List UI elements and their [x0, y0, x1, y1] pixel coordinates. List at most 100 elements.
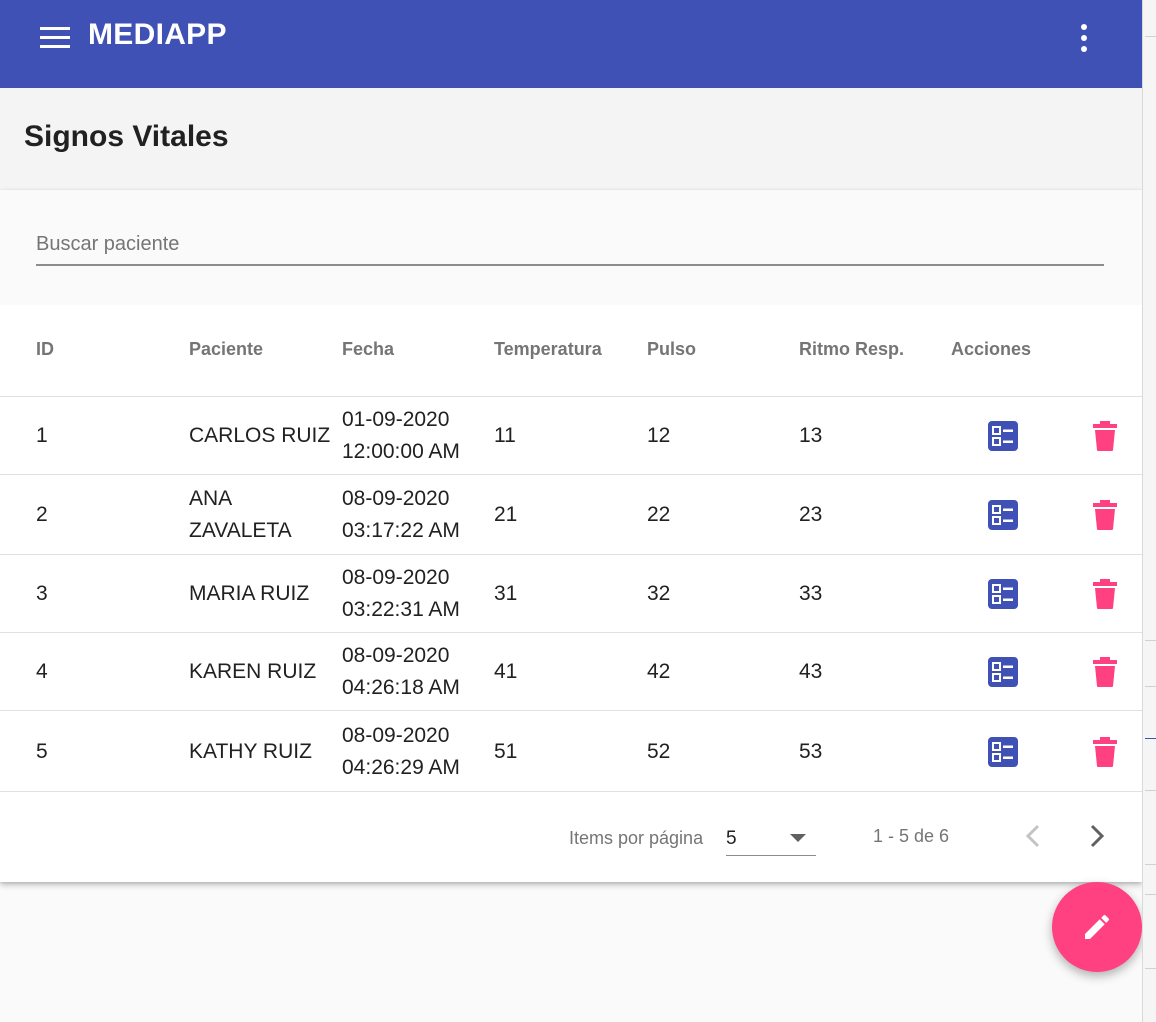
cell-fecha-line: 08-09-2020	[342, 724, 450, 747]
cell-temperatura: 21	[494, 503, 518, 526]
view-details-button[interactable]	[987, 420, 1019, 452]
page-size-select[interactable]: 5	[726, 824, 816, 856]
cell-temperatura: 31	[494, 582, 518, 605]
table-row: 1 CARLOS RUIZ 01-09-2020 12:00:00 AM 11 12 13	[0, 397, 1142, 475]
header-paciente[interactable]: Paciente	[189, 339, 263, 360]
cell-ritmo: 13	[799, 424, 823, 447]
header-acciones: Acciones	[951, 339, 1032, 359]
cell-ritmo: 43	[799, 660, 823, 683]
list-detail-icon	[988, 421, 1018, 451]
cell-pulso: 42	[647, 660, 671, 683]
trash-icon	[1093, 500, 1117, 530]
add-vitals-fab[interactable]	[1052, 882, 1142, 972]
cell-fecha-line: 03:17:22 AM	[342, 519, 460, 542]
app-title: MEDIAPP	[88, 18, 227, 51]
app-window: MEDIAPP Signos Vitales ID Paciente Fecha…	[0, 0, 1142, 1022]
more-vert-icon[interactable]	[1070, 22, 1098, 54]
table-row: 5 KATHY RUIZ 08-09-2020 04:26:29 AM 51 52 53	[0, 711, 1142, 792]
cell-paciente-line: KATHY RUIZ	[189, 740, 312, 763]
view-details-button[interactable]	[987, 736, 1019, 768]
cell-paciente: ANA ZAVALETA	[189, 483, 292, 547]
table-row: 4 KAREN RUIZ 08-09-2020 04:26:18 AM 41 42 43	[0, 633, 1142, 711]
list-detail-icon	[988, 657, 1018, 687]
delete-button[interactable]	[1091, 420, 1119, 452]
cell-fecha-line: 01-09-2020	[342, 408, 450, 431]
cell-paciente-line: KAREN RUIZ	[189, 660, 317, 683]
cell-paciente: MARIA RUIZ	[189, 578, 309, 610]
next-page-button[interactable]	[1084, 820, 1112, 852]
chevron-right-icon	[1090, 824, 1105, 848]
cell-id: 2	[36, 503, 48, 526]
cell-ritmo: 23	[799, 503, 823, 526]
trash-icon	[1093, 579, 1117, 609]
dropdown-arrow-icon	[790, 834, 806, 842]
adjacent-window-edge	[1142, 0, 1156, 1022]
cell-temperatura: 41	[494, 660, 518, 683]
prev-page-button[interactable]	[1020, 820, 1048, 852]
search-input[interactable]	[36, 224, 1104, 266]
header-id[interactable]: ID	[36, 339, 54, 360]
cell-paciente: KAREN RUIZ	[189, 656, 316, 688]
cell-pulso: 52	[647, 740, 671, 763]
cell-ritmo: 53	[799, 740, 823, 763]
table-header: ID Paciente Fecha Temperatura Pulso Ritm…	[0, 305, 1142, 397]
menu-icon[interactable]	[40, 27, 70, 49]
header-ritmo[interactable]: Ritmo Resp.	[799, 339, 904, 360]
view-details-button[interactable]	[987, 499, 1019, 531]
page-range-label: 1 - 5 de 6	[873, 826, 950, 846]
trash-icon	[1093, 737, 1117, 767]
cell-fecha-line: 08-09-2020	[342, 487, 450, 510]
cell-paciente-line: CARLOS RUIZ	[189, 424, 331, 447]
vitals-card: ID Paciente Fecha Temperatura Pulso Ritm…	[0, 190, 1142, 882]
cell-fecha-line: 04:26:29 AM	[342, 756, 460, 779]
trash-icon	[1093, 657, 1117, 687]
top-toolbar: MEDIAPP	[0, 0, 1142, 88]
cell-fecha: 08-09-2020 04:26:29 AM	[342, 720, 460, 784]
table-row: 2 ANA ZAVALETA 08-09-2020 03:17:22 AM 21 22 23	[0, 475, 1142, 555]
cell-paciente: CARLOS RUIZ	[189, 420, 330, 452]
cell-pulso: 12	[647, 424, 671, 447]
list-detail-icon	[988, 737, 1018, 767]
cell-fecha-line: 08-09-2020	[342, 644, 450, 667]
cell-ritmo: 33	[799, 582, 823, 605]
header-fecha[interactable]: Fecha	[342, 339, 394, 360]
delete-button[interactable]	[1091, 656, 1119, 688]
header-pulso[interactable]: Pulso	[647, 339, 696, 360]
cell-fecha: 08-09-2020 04:26:18 AM	[342, 640, 460, 704]
cell-paciente: KATHY RUIZ	[189, 736, 312, 768]
cell-temperatura: 51	[494, 740, 518, 763]
cell-fecha-line: 04:26:18 AM	[342, 676, 460, 699]
cell-id: 1	[36, 424, 48, 447]
pencil-icon	[1085, 914, 1110, 939]
paginator: Items por página 5 1 - 5 de 6	[0, 792, 1142, 882]
cell-id: 4	[36, 660, 48, 683]
page-title: Signos Vitales	[24, 120, 229, 153]
delete-button[interactable]	[1091, 736, 1119, 768]
cell-paciente-line: ZAVALETA	[189, 519, 292, 542]
cell-fecha-line: 12:00:00 AM	[342, 440, 460, 463]
table-row: 3 MARIA RUIZ 08-09-2020 03:22:31 AM 31 32 33	[0, 555, 1142, 633]
trash-icon	[1093, 421, 1117, 451]
cell-fecha: 08-09-2020 03:22:31 AM	[342, 562, 460, 626]
cell-fecha-line: 08-09-2020	[342, 566, 450, 589]
cell-paciente-line: MARIA RUIZ	[189, 582, 310, 605]
cell-pulso: 22	[647, 503, 671, 526]
cell-paciente-line: ANA	[189, 487, 233, 510]
list-detail-icon	[988, 500, 1018, 530]
cell-fecha: 08-09-2020 03:17:22 AM	[342, 483, 460, 547]
cell-fecha: 01-09-2020 12:00:00 AM	[342, 404, 460, 468]
search-area	[0, 190, 1142, 305]
list-detail-icon	[988, 579, 1018, 609]
items-per-page-label: Items por página	[569, 828, 704, 848]
page-header: Signos Vitales	[0, 88, 1142, 190]
delete-button[interactable]	[1091, 499, 1119, 531]
cell-pulso: 32	[647, 582, 671, 605]
cell-id: 5	[36, 740, 48, 763]
cell-temperatura: 11	[494, 424, 516, 447]
cell-id: 3	[36, 582, 48, 605]
view-details-button[interactable]	[987, 656, 1019, 688]
view-details-button[interactable]	[987, 578, 1019, 610]
header-temperatura[interactable]: Temperatura	[494, 339, 602, 360]
delete-button[interactable]	[1091, 578, 1119, 610]
cell-fecha-line: 03:22:31 AM	[342, 598, 460, 621]
